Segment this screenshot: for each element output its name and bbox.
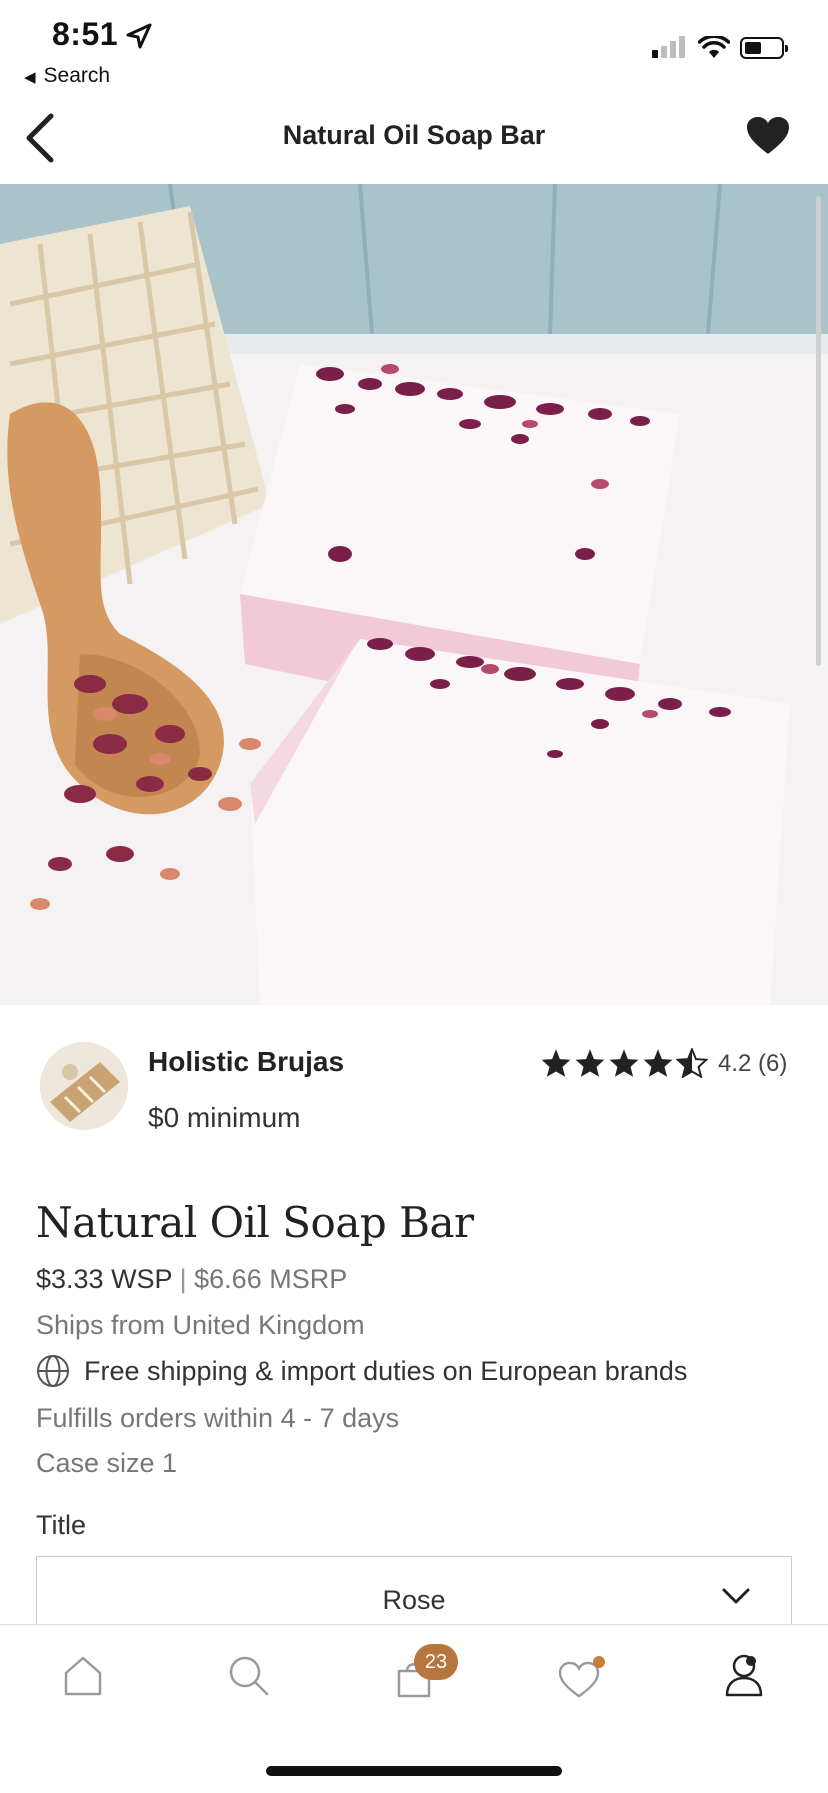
product-title: Natural Oil Soap Bar [36,1198,474,1247]
battery-icon [740,37,788,59]
search-icon[interactable] [228,1655,270,1697]
back-triangle-icon: ◀ [24,69,36,86]
ships-from: Ships from United Kingdom [36,1310,365,1340]
star-full-icon [541,1049,571,1077]
back-app-label: Search [43,64,111,87]
cellular-signal-icon [652,36,685,58]
favorites-notification-dot [593,1656,605,1668]
star-half-icon [676,1048,708,1078]
vendor-name[interactable]: Holistic Brujas [148,1046,344,1078]
variant-selected-value: Rose [382,1585,446,1615]
product-image[interactable] [0,184,828,1005]
location-arrow-icon [126,23,152,49]
fulfillment-time: Fulfills orders within 4 - 7 days [36,1403,400,1433]
home-icon[interactable] [63,1655,103,1697]
rating-stars [540,1048,708,1078]
price-separator: | [179,1264,187,1294]
retail-price: $6.66 MSRP [194,1264,348,1294]
vendor-minimum: $0 minimum [148,1102,301,1133]
back-to-app[interactable]: ◀ Search [24,64,110,88]
rating-text[interactable]: 4.2 (6) [718,1050,787,1078]
star-full-icon [643,1049,673,1077]
status-time: 8:51 [52,16,119,52]
star-full-icon [609,1049,639,1077]
vendor-avatar[interactable] [40,1042,128,1130]
wholesale-price: $3.33 WSP [36,1264,173,1294]
cart-count-badge: 23 [414,1644,458,1680]
free-shipping-row: Free shipping & import duties on Europea… [36,1354,687,1388]
nav-title: Natural Oil Soap Bar [282,120,546,150]
globe-icon [37,1355,69,1387]
chevron-down-icon [722,1588,750,1604]
account-icon[interactable] [724,1653,764,1697]
star-full-icon [575,1049,605,1077]
case-size: Case size 1 [36,1448,178,1478]
price-row: $3.33 WSP | $6.66 MSRP [36,1264,347,1295]
favorite-heart-icon[interactable] [746,116,790,156]
free-shipping-text: Free shipping & import duties on Europea… [84,1355,688,1386]
image-scroll-indicator [816,196,821,666]
heart-outline-icon[interactable] [558,1661,600,1699]
wifi-icon [698,36,730,58]
variant-label: Title [36,1510,87,1540]
home-indicator [266,1766,562,1776]
